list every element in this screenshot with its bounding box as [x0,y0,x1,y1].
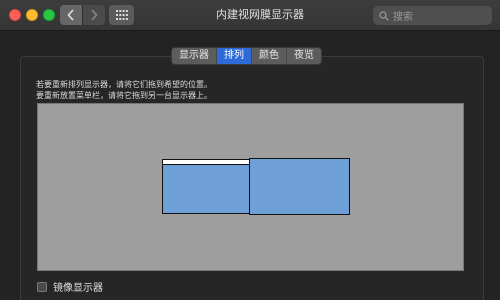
forward-button[interactable] [82,5,105,25]
grid-icon [115,10,128,20]
tab-bar: 显示器 排列 颜色 夜览 [171,47,322,65]
close-window-button[interactable] [9,9,21,21]
tab-color[interactable]: 颜色 [252,48,287,64]
search-placeholder: 搜索 [393,12,413,23]
menu-bar-indicator[interactable] [163,160,249,165]
show-all-button[interactable] [109,5,134,25]
chevron-right-icon [91,9,98,21]
zoom-window-button[interactable] [43,9,55,21]
search-field[interactable]: 搜索 [373,6,492,25]
search-icon [379,10,389,21]
secondary-display[interactable] [249,158,350,215]
instruction-rearrange: 若要重新排列显示器，请将它们拖到希望的位置。 [36,80,212,89]
mirror-displays-label: 镜像显示器 [53,283,103,294]
minimize-window-button[interactable] [26,9,38,21]
instruction-menubar: 要重新放置菜单栏，请将它拖到另一台显示器上。 [36,91,212,100]
window-title: 内建视网膜显示器 [216,8,304,21]
tab-night-shift[interactable]: 夜览 [287,48,321,64]
back-button[interactable] [60,5,82,25]
chevron-left-icon [67,9,74,21]
tab-display[interactable]: 显示器 [172,48,217,64]
title-bar: 内建视网膜显示器 搜索 [0,0,500,31]
mirror-displays-option[interactable]: 镜像显示器 [37,279,103,294]
tab-arrangement[interactable]: 排列 [217,48,252,64]
mirror-displays-checkbox[interactable] [37,281,47,292]
main-display[interactable] [162,159,250,214]
